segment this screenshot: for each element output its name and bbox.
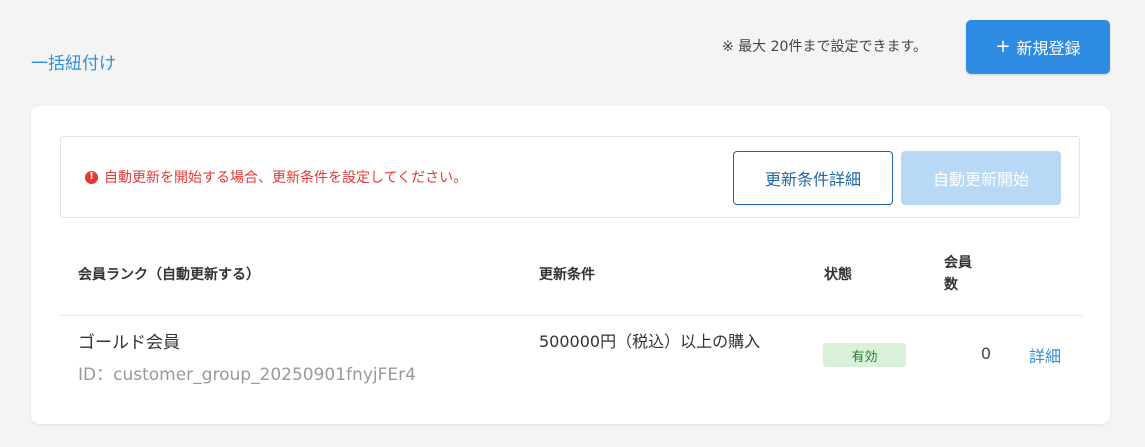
alert-message: ! 自動更新を開始する場合、更新条件を設定してください。 xyxy=(85,167,467,187)
column-header-rank: 会員ランク（自動更新する） xyxy=(78,267,260,283)
rank-name: ゴールド会員 xyxy=(78,333,180,353)
row-divider xyxy=(60,315,1082,316)
update-condition-details-button[interactable]: 更新条件詳細 xyxy=(733,151,893,205)
member-count: 0 xyxy=(980,344,991,363)
status-badge: 有効 xyxy=(823,343,906,367)
new-register-button[interactable]: + 新規登録 xyxy=(966,20,1110,74)
member-rank-card: ! 自動更新を開始する場合、更新条件を設定してください。 更新条件詳細 自動更新… xyxy=(31,106,1110,424)
new-register-label: 新規登録 xyxy=(1016,39,1081,58)
column-header-count: 会員数 xyxy=(944,255,972,293)
column-header-condition: 更新条件 xyxy=(539,267,595,283)
rank-id: ID：customer_group_20250901fnyjFEr4 xyxy=(78,365,416,385)
update-condition-text: 500000円（税込）以上の購入 xyxy=(539,332,761,351)
plus-icon: + xyxy=(995,36,1011,57)
column-header-status: 状態 xyxy=(824,267,852,283)
exclamation-icon: ! xyxy=(85,170,98,184)
detail-link[interactable]: 詳細 xyxy=(1029,343,1061,367)
limit-note: ※ 最大 20件まで設定できます。 xyxy=(722,39,928,55)
alert-text: 自動更新を開始する場合、更新条件を設定してください。 xyxy=(104,170,468,186)
start-auto-update-button[interactable]: 自動更新開始 xyxy=(901,151,1061,205)
alert-panel: ! 自動更新を開始する場合、更新条件を設定してください。 更新条件詳細 自動更新… xyxy=(60,136,1080,218)
bulk-link-button[interactable]: 一括紐付け xyxy=(31,49,116,74)
